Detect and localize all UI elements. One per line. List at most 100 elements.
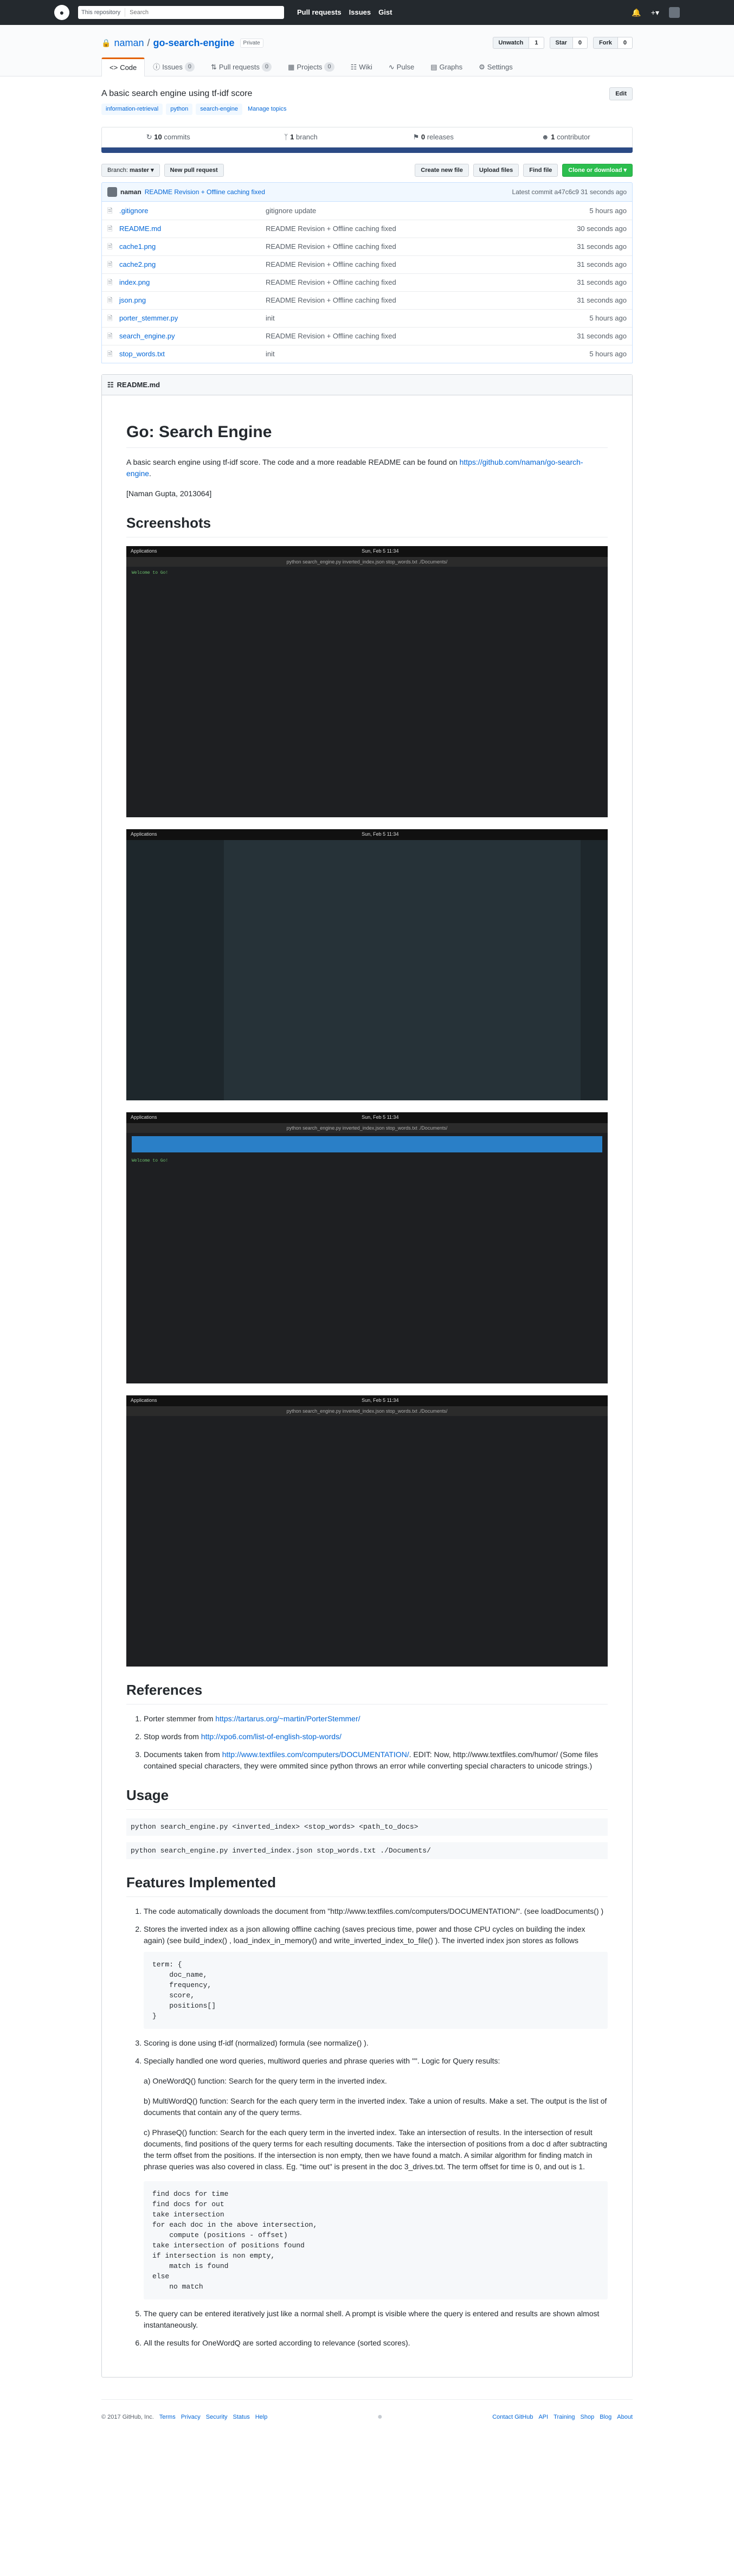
unwatch-button[interactable]: Unwatch (492, 36, 530, 49)
github-mark-icon[interactable]: ● (377, 2411, 383, 2424)
gear-icon: ⚙ (479, 62, 485, 71)
avatar[interactable] (669, 7, 680, 18)
file-row[interactable]: 🗎 index.png README Revision + Offline cach… (102, 273, 632, 291)
create-file-button[interactable]: Create new file (415, 163, 469, 177)
tab-graphs[interactable]: ▤ Graphs (422, 57, 471, 76)
tab-code[interactable]: <> Code (101, 57, 145, 76)
file-name[interactable]: porter_stemmer.py (119, 313, 266, 324)
repo-name-link[interactable]: go-search-engine (153, 36, 235, 50)
avatar[interactable] (107, 187, 117, 197)
screenshot-index[interactable]: Applications Sun, Feb 5 11:34 python sear… (126, 1112, 608, 1383)
file-row[interactable]: 🗎 search_engine.py README Revision + Offli… (102, 327, 632, 345)
tab-issues[interactable]: ⓘ Issues 0 (145, 57, 203, 76)
commit-author[interactable]: naman (120, 187, 141, 197)
file-name[interactable]: README.md (119, 223, 266, 234)
file-name[interactable]: cache2.png (119, 259, 266, 270)
file-message[interactable]: init (266, 349, 589, 360)
branch-select[interactable]: Branch: master ▾ (101, 163, 160, 177)
list-item: The code automatically downloads the doc… (144, 1906, 608, 1917)
terminal-output (126, 1416, 608, 1422)
footer-link[interactable]: Contact GitHub (492, 2413, 533, 2422)
contributors-summary[interactable]: ☻ 1 contributor (500, 132, 633, 143)
edit-button[interactable]: Edit (609, 87, 633, 100)
footer-link[interactable]: Terms (159, 2413, 176, 2422)
footer-link[interactable]: Shop (581, 2413, 595, 2422)
footer-link[interactable]: Blog (600, 2413, 611, 2422)
query-phrase: c) PhraseQ() function: Search for the ea… (144, 2128, 607, 2171)
footer-link[interactable]: Privacy (181, 2413, 201, 2422)
latest-commit[interactable]: Latest commit a47c6c9 31 seconds ago (512, 187, 627, 197)
screenshot-json[interactable]: Applications Sun, Feb 5 11:34 (126, 829, 608, 1100)
file-message[interactable]: gitignore update (266, 206, 589, 216)
search-box[interactable]: This repository (78, 6, 284, 19)
new-pr-button[interactable]: New pull request (164, 163, 224, 177)
ref-link[interactable]: https://tartarus.org/~martin/PorterStemm… (215, 1714, 360, 1723)
topic-tag[interactable]: information-retrieval (101, 104, 163, 115)
file-name[interactable]: .gitignore (119, 206, 266, 216)
nav-gist[interactable]: Gist (378, 7, 392, 18)
tab-pulse[interactable]: ∿ Pulse (381, 57, 422, 76)
fork-button[interactable]: Fork (593, 36, 618, 49)
star-button[interactable]: Star (549, 36, 573, 49)
file-row[interactable]: 🗎 json.png README Revision + Offline cachi… (102, 291, 632, 309)
footer-link[interactable]: Help (255, 2413, 268, 2422)
upload-files-button[interactable]: Upload files (473, 163, 519, 177)
footer-link[interactable]: API (538, 2413, 548, 2422)
screenshot-cache1[interactable]: Applications Sun, Feb 5 11:34 python sear… (126, 546, 608, 817)
file-age: 31 seconds ago (577, 296, 627, 305)
screenshot-cache2[interactable]: Applications Sun, Feb 5 11:34 python sear… (126, 1395, 608, 1667)
usage-command: python search_engine.py <inverted_index>… (126, 1818, 608, 1836)
file-name[interactable]: cache1.png (119, 241, 266, 252)
releases-summary[interactable]: ⚑ 0 releases (367, 132, 500, 143)
file-row[interactable]: 🗎 cache1.png README Revision + Offline cac… (102, 238, 632, 255)
tab-pull-requests[interactable]: ⇅ Pull requests 0 (203, 57, 280, 76)
topic-tag[interactable]: search-engine (196, 104, 242, 115)
file-message[interactable]: README Revision + Offline caching fixed (266, 277, 577, 288)
file-message[interactable]: README Revision + Offline caching fixed (266, 259, 577, 270)
footer-link[interactable]: Status (233, 2413, 250, 2422)
star-count[interactable]: 0 (572, 36, 588, 49)
watch-count[interactable]: 1 (529, 36, 544, 49)
branch-icon: ᛉ (284, 132, 288, 141)
editor-minimap (581, 840, 608, 1100)
file-message[interactable]: README Revision + Offline caching fixed (266, 295, 577, 306)
file-row[interactable]: 🗎 stop_words.txt init 5 hours ago (102, 345, 632, 363)
tab-settings[interactable]: ⚙ Settings (471, 57, 521, 76)
tab-wiki[interactable]: ☷ Wiki (343, 57, 381, 76)
topic-tag[interactable]: python (166, 104, 193, 115)
file-row[interactable]: 🗎 cache2.png README Revision + Offline cac… (102, 255, 632, 273)
file-message[interactable]: init (266, 313, 589, 324)
file-message[interactable]: README Revision + Offline caching fixed (266, 331, 577, 342)
clone-button[interactable]: Clone or download ▾ (562, 163, 633, 177)
footer-link[interactable]: Security (206, 2413, 228, 2422)
notification-icon[interactable]: 🔔 (632, 7, 641, 18)
file-message[interactable]: README Revision + Offline caching fixed (266, 223, 577, 234)
file-message[interactable]: README Revision + Offline caching fixed (266, 241, 577, 252)
commits-summary[interactable]: ↻ 10 commits (102, 132, 235, 143)
references-heading: References (126, 1680, 608, 1704)
file-row[interactable]: 🗎 .gitignore gitignore update 5 hours ago (102, 202, 632, 220)
language-bar[interactable] (101, 147, 633, 153)
branches-summary[interactable]: ᛉ 1 branch (235, 132, 368, 143)
find-file-button[interactable]: Find file (523, 163, 558, 177)
nav-issues[interactable]: Issues (349, 7, 371, 18)
footer-link[interactable]: About (617, 2413, 633, 2422)
ref-link[interactable]: http://www.textfiles.com/computers/DOCUM… (222, 1750, 409, 1759)
nav-pull-requests[interactable]: Pull requests (297, 7, 342, 18)
search-input[interactable] (130, 9, 281, 16)
fork-count[interactable]: 0 (617, 36, 633, 49)
file-name[interactable]: index.png (119, 277, 266, 288)
file-name[interactable]: json.png (119, 295, 266, 306)
file-name[interactable]: stop_words.txt (119, 349, 266, 360)
tab-projects[interactable]: ▦ Projects 0 (280, 57, 342, 76)
file-name[interactable]: search_engine.py (119, 331, 266, 342)
ref-link[interactable]: http://xpo6.com/list-of-english-stop-wor… (201, 1732, 342, 1741)
footer-link[interactable]: Training (553, 2413, 575, 2422)
commit-message[interactable]: README Revision + Offline caching fixed (145, 187, 265, 197)
plus-icon[interactable]: +▾ (651, 7, 659, 18)
file-row[interactable]: 🗎 README.md README Revision + Offline cach… (102, 220, 632, 238)
file-row[interactable]: 🗎 porter_stemmer.py init 5 hours ago (102, 309, 632, 327)
repo-owner-link[interactable]: naman (114, 36, 144, 50)
manage-topics-link[interactable]: Manage topics (246, 104, 289, 115)
github-logo-icon[interactable]: ● (54, 5, 69, 20)
